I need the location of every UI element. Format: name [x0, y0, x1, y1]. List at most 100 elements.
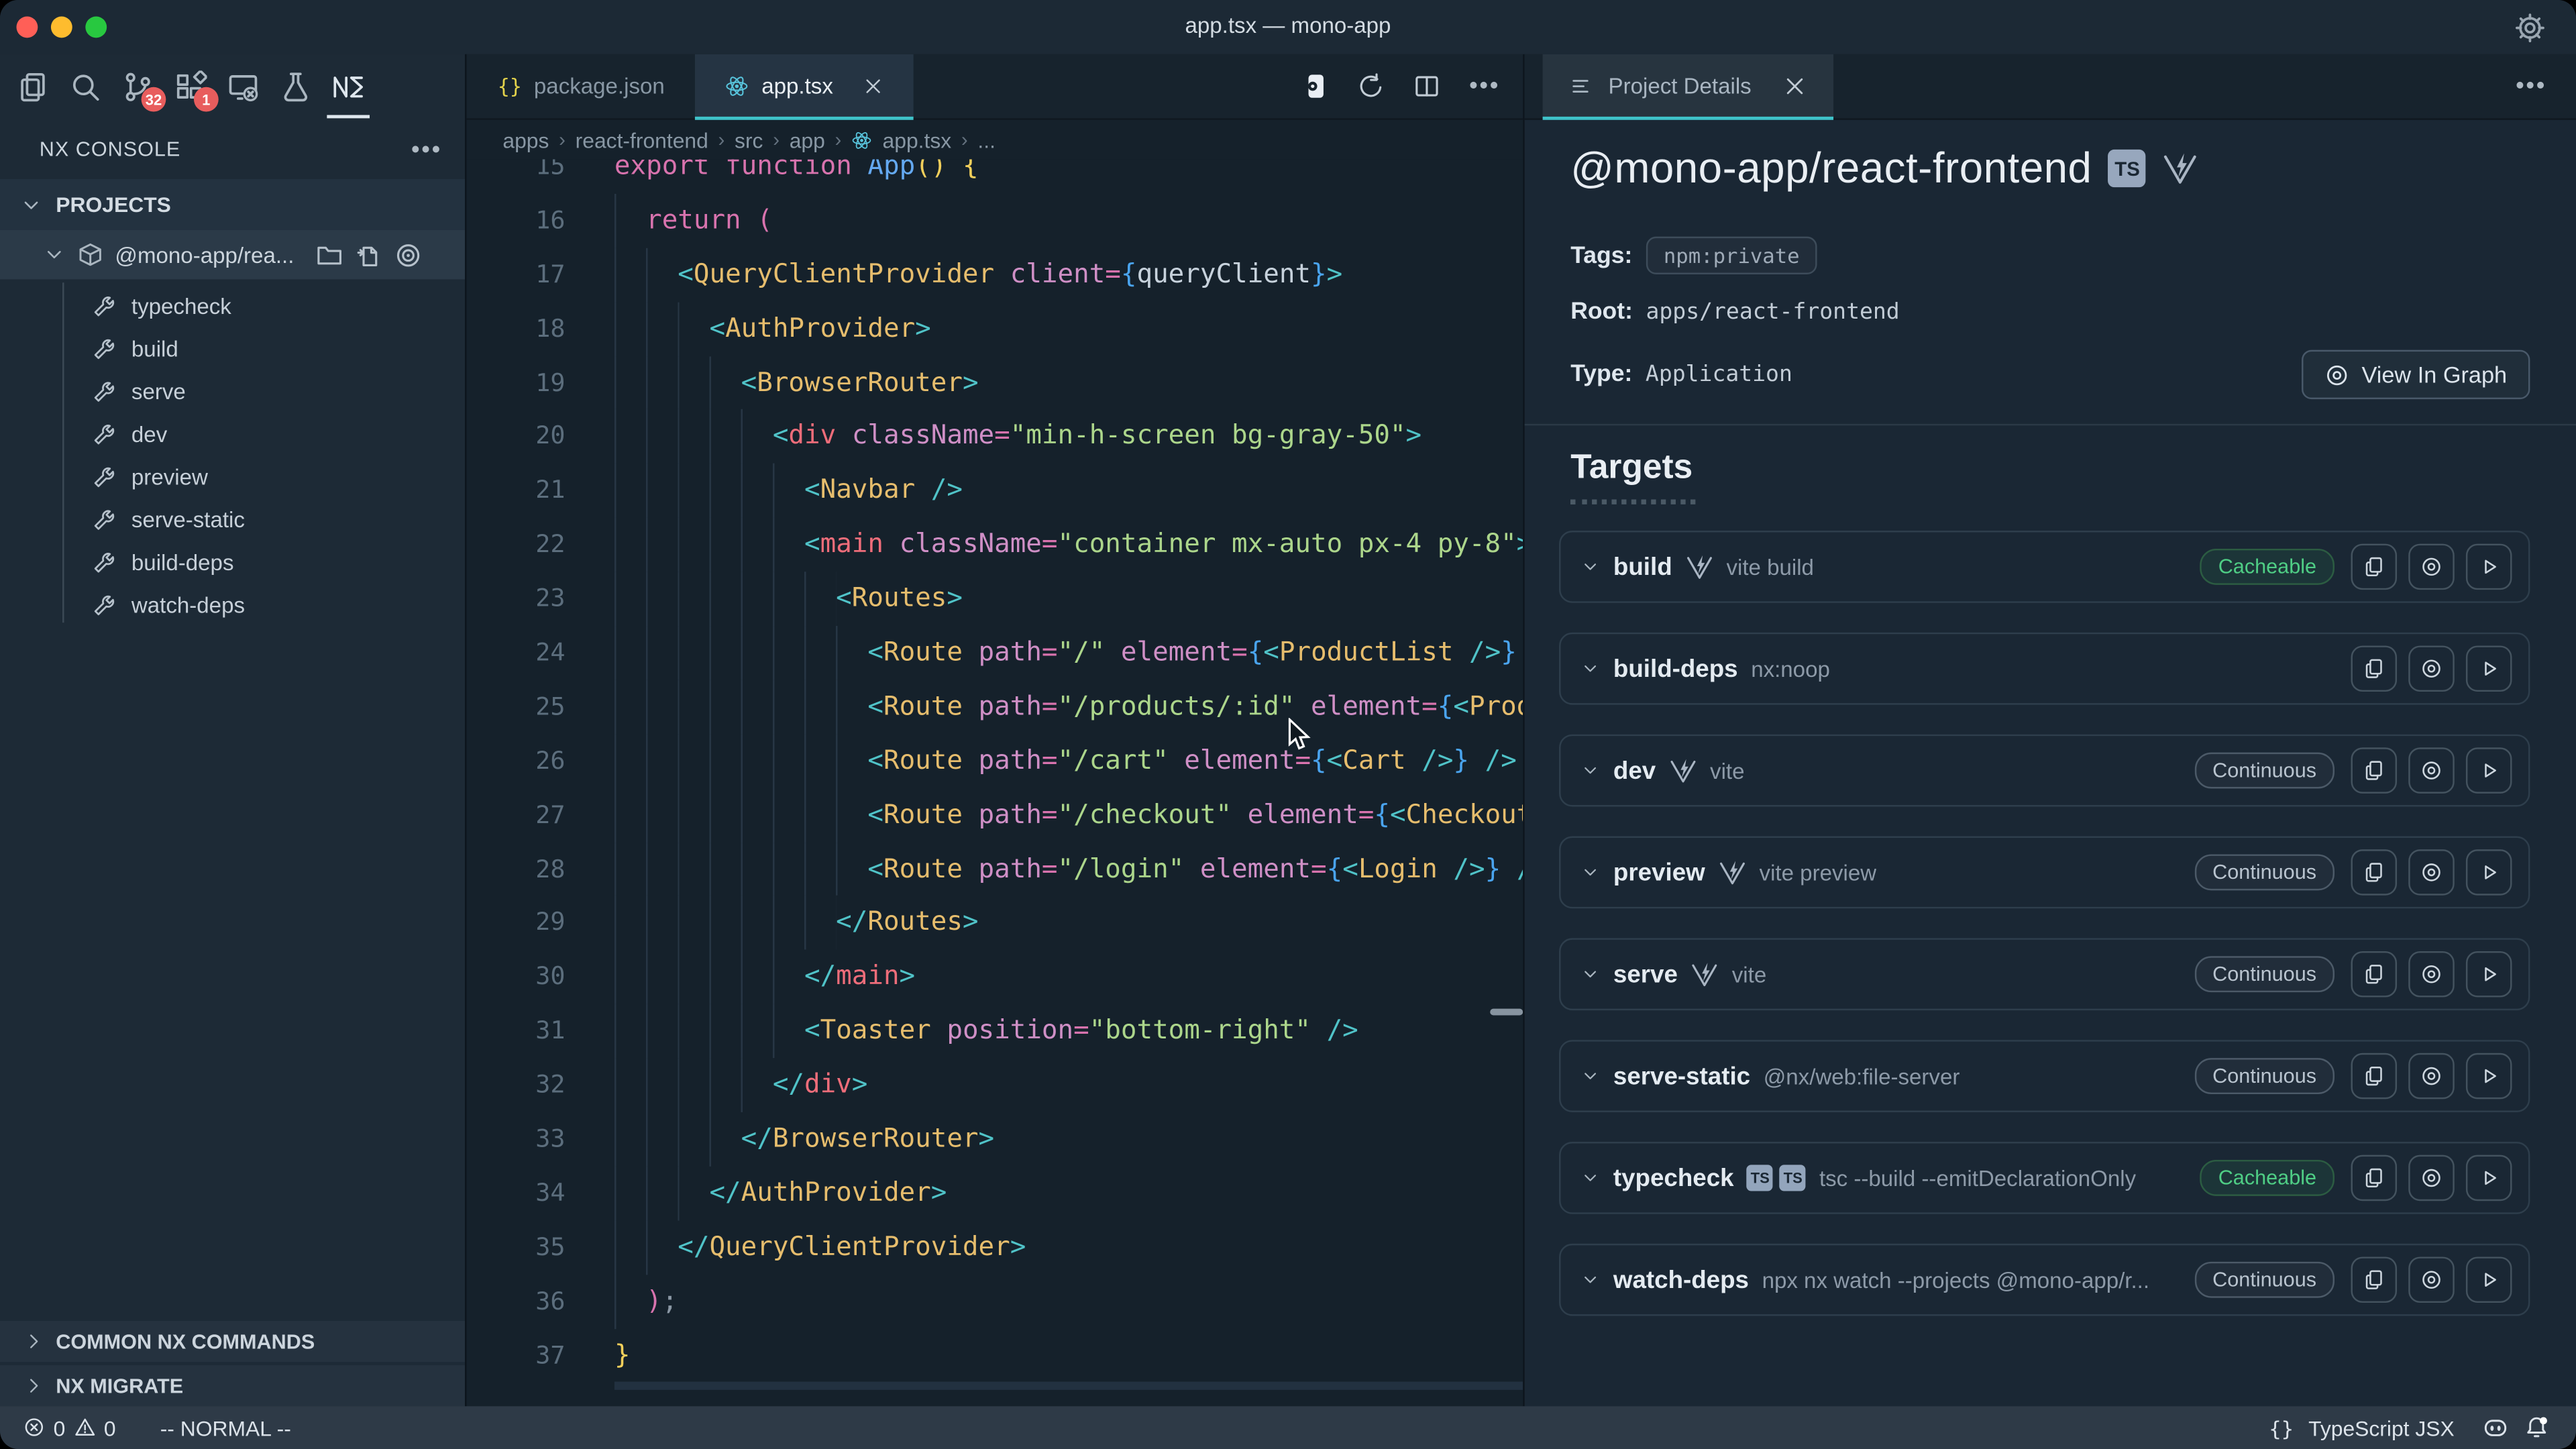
code-line[interactable]: 18 <AuthProvider> [467, 302, 1523, 356]
target-icon[interactable] [394, 241, 423, 269]
settings-gear-icon[interactable] [2514, 11, 2546, 44]
code-editor[interactable]: 15 export function App() { 16 return ( 1… [467, 160, 1523, 1390]
code-line[interactable]: 23 <Routes> [467, 572, 1523, 627]
refresh-icon[interactable] [1357, 72, 1385, 101]
chevron-down-icon[interactable] [1580, 659, 1600, 678]
code-line[interactable]: 15 export function App() { [467, 160, 1523, 194]
target-card[interactable]: build-deps nx:noop [1559, 633, 2530, 705]
target-card[interactable]: dev vite Continuous [1559, 735, 2530, 807]
nx-console-icon[interactable] [332, 70, 365, 103]
view-target-button[interactable] [2408, 849, 2455, 896]
copy-task-button[interactable] [2351, 1256, 2397, 1303]
sidebar-target-item[interactable]: dev [0, 413, 465, 455]
project-tree-item[interactable]: @mono-app/rea... [0, 230, 465, 279]
remote-explorer-icon[interactable] [227, 70, 260, 103]
breadcrumb-item[interactable]: react-frontend [576, 127, 708, 152]
split-editor-icon[interactable] [1413, 72, 1442, 101]
view-in-graph-button[interactable]: View In Graph [2301, 350, 2530, 399]
chevron-down-icon[interactable] [1580, 863, 1600, 882]
code-line[interactable]: 27 <Route path="/checkout" element={<Che… [467, 788, 1523, 843]
view-target-button[interactable] [2408, 747, 2455, 794]
code-line[interactable]: 28 <Route path="/login" element={<Login … [467, 842, 1523, 896]
scrollbar-fragment[interactable] [1490, 1009, 1523, 1016]
tab-package-json[interactable]: {} package.json [467, 54, 694, 119]
testing-icon[interactable] [279, 70, 312, 103]
tab-app-tsx[interactable]: app.tsx [694, 54, 914, 119]
common-nx-commands-section[interactable]: COMMON NX COMMANDS [0, 1321, 465, 1362]
sidebar-target-item[interactable]: typecheck [0, 284, 465, 327]
copy-task-button[interactable] [2351, 951, 2397, 998]
code-line[interactable]: 35 </QueryClientProvider> [467, 1220, 1523, 1275]
nx-migrate-section[interactable]: NX MIGRATE [0, 1365, 465, 1406]
open-project-details-icon[interactable] [1301, 72, 1330, 101]
code-line[interactable]: 17 <QueryClientProvider client={queryCli… [467, 248, 1523, 302]
more-actions-icon[interactable]: ••• [411, 136, 442, 164]
extensions-icon[interactable]: 1 [174, 70, 207, 103]
code-line[interactable]: 30 </main> [467, 950, 1523, 1004]
target-card[interactable]: typecheck TSTS tsc --build --emitDeclara… [1559, 1142, 2530, 1214]
view-target-button[interactable] [2408, 951, 2455, 998]
warnings-count[interactable]: 0 [104, 1415, 116, 1440]
code-line[interactable]: 36 ); [467, 1275, 1523, 1329]
sidebar-target-item[interactable]: build [0, 327, 465, 370]
copy-task-button[interactable] [2351, 1155, 2397, 1201]
breadcrumb-item[interactable]: apps [502, 127, 549, 152]
run-target-button[interactable] [2466, 849, 2512, 896]
source-control-icon[interactable]: 32 [121, 70, 154, 103]
breadcrumb-item[interactable]: ... [977, 127, 996, 152]
chevron-down-icon[interactable] [1580, 1168, 1600, 1187]
target-card[interactable]: serve-static @nx/web:file-server Continu… [1559, 1040, 2530, 1112]
run-target-button[interactable] [2466, 1155, 2512, 1201]
view-target-button[interactable] [2408, 645, 2455, 692]
run-target-button[interactable] [2466, 747, 2512, 794]
code-line[interactable]: 37 } [467, 1328, 1523, 1383]
code-line[interactable]: 19 <BrowserRouter> [467, 356, 1523, 410]
target-card[interactable]: preview vite preview Continuous [1559, 837, 2530, 909]
search-icon[interactable] [69, 70, 102, 103]
breadcrumb-item[interactable]: app [790, 127, 825, 152]
copy-task-button[interactable] [2351, 1053, 2397, 1099]
tab-project-details[interactable]: Project Details [1543, 54, 1834, 119]
run-target-button[interactable] [2466, 1053, 2512, 1099]
view-target-button[interactable] [2408, 1053, 2455, 1099]
code-line[interactable]: 29 </Routes> [467, 896, 1523, 951]
close-icon[interactable] [1782, 74, 1807, 99]
code-line[interactable]: 38 [467, 1383, 1523, 1390]
close-icon[interactable] [863, 76, 884, 97]
chevron-down-icon[interactable] [1580, 1270, 1600, 1289]
copy-task-button[interactable] [2351, 544, 2397, 590]
chevron-down-icon[interactable] [1580, 965, 1600, 984]
language-mode[interactable]: TypeScript JSX [2308, 1415, 2455, 1440]
run-target-button[interactable] [2466, 645, 2512, 692]
view-target-button[interactable] [2408, 544, 2455, 590]
copy-task-button[interactable] [2351, 645, 2397, 692]
target-card[interactable]: build vite build Cacheable [1559, 531, 2530, 603]
code-line[interactable]: 26 <Route path="/cart" element={<Cart />… [467, 734, 1523, 788]
run-target-button[interactable] [2466, 544, 2512, 590]
folder-icon[interactable] [315, 241, 343, 269]
errors-count[interactable]: 0 [54, 1415, 66, 1440]
code-line[interactable]: 31 <Toaster position="bottom-right" /> [467, 1004, 1523, 1059]
run-target-button[interactable] [2466, 1256, 2512, 1303]
code-line[interactable]: 24 <Route path="/" element={<ProductList… [467, 626, 1523, 680]
chevron-down-icon[interactable] [1580, 761, 1600, 780]
target-card[interactable]: serve vite Continuous [1559, 938, 2530, 1010]
sidebar-target-item[interactable]: watch-deps [0, 583, 465, 626]
more-actions-icon[interactable]: ••• [2516, 54, 2576, 119]
breadcrumb-item[interactable]: app.tsx [883, 127, 952, 152]
more-actions-icon[interactable]: ••• [1469, 72, 1500, 101]
code-line[interactable]: 34 </AuthProvider> [467, 1167, 1523, 1221]
copy-task-button[interactable] [2351, 849, 2397, 896]
sidebar-target-item[interactable]: serve-static [0, 498, 465, 541]
projects-section-header[interactable]: PROJECTS [0, 179, 465, 230]
chevron-down-icon[interactable] [1580, 1066, 1600, 1085]
errors-icon[interactable] [23, 1417, 45, 1439]
code-line[interactable]: 21 <Navbar /> [467, 464, 1523, 518]
notifications-bell-icon[interactable] [2524, 1415, 2550, 1441]
breadcrumb-item[interactable]: src [735, 127, 763, 152]
sidebar-target-item[interactable]: serve [0, 370, 465, 413]
code-line[interactable]: 32 </div> [467, 1058, 1523, 1112]
run-target-button[interactable] [2466, 951, 2512, 998]
code-line[interactable]: 16 return ( [467, 194, 1523, 248]
sidebar-target-item[interactable]: preview [0, 455, 465, 498]
